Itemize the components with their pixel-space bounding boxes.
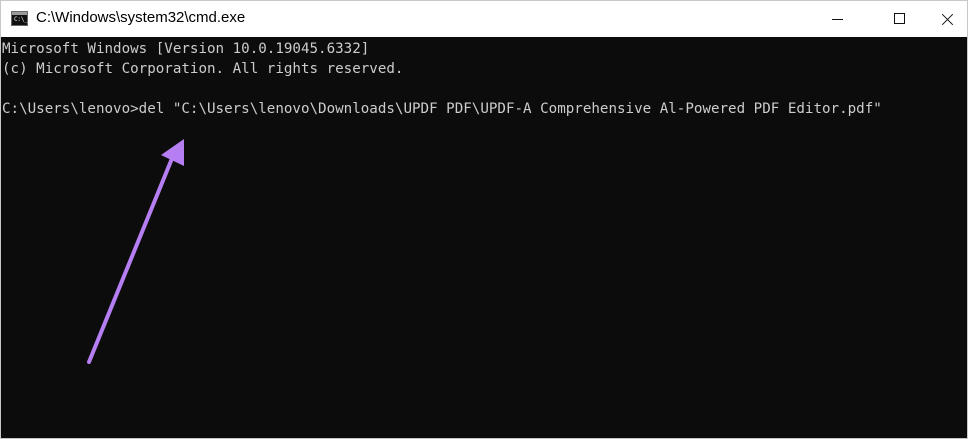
title-bar[interactable]: C:\_ C:\Windows\system32\cmd.exe <box>1 0 967 37</box>
window-title: C:\Windows\system32\cmd.exe <box>36 9 246 26</box>
console-command-line: C:\Users\lenovo>del "C:\Users\lenovo\Dow… <box>2 101 882 117</box>
minimize-button[interactable] <box>807 1 853 37</box>
close-icon <box>941 13 954 26</box>
console-output[interactable]: Microsoft Windows [Version 10.0.19045.63… <box>1 37 967 438</box>
maximize-icon <box>894 13 905 24</box>
minimize-icon <box>832 19 843 20</box>
command-prompt-icon-label: C:\_ <box>14 16 28 23</box>
console-line-version: Microsoft Windows [Version 10.0.19045.63… <box>2 41 370 57</box>
command-prompt-icon: C:\_ <box>11 11 28 26</box>
close-button[interactable] <box>923 1 968 37</box>
cmd-window: C:\_ C:\Windows\system32\cmd.exe Microso… <box>0 0 968 439</box>
maximize-button[interactable] <box>877 1 923 37</box>
console-line-copyright: (c) Microsoft Corporation. All rights re… <box>2 61 404 77</box>
